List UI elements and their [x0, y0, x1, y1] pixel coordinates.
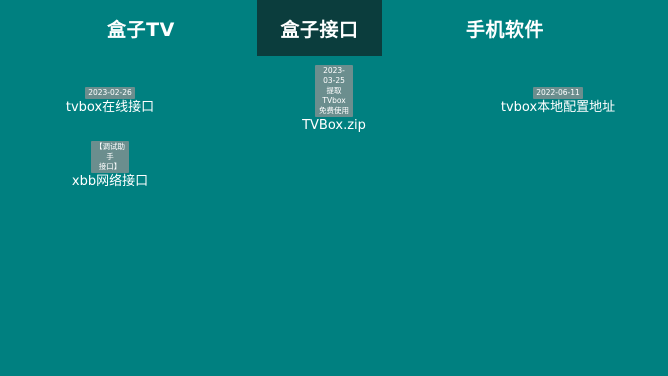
- tab-label: 盒子接口: [280, 18, 359, 41]
- tab-phone-software[interactable]: 手机软件: [420, 0, 590, 56]
- date-badge: 2022-06-11: [533, 87, 583, 99]
- list-item-xbb-network[interactable]: 【调试助手 接口】 xbb网络接口: [40, 141, 180, 190]
- list-item-tvbox-zip[interactable]: 2023-03-25 提取TVbox 免费使用 TVBox.zip: [264, 65, 404, 134]
- item-label: tvbox在线接口: [65, 100, 155, 115]
- tab-label: 盒子TV: [107, 18, 175, 41]
- list-item-tvbox-online[interactable]: 2023-02-26 tvbox在线接口: [40, 87, 180, 116]
- item-label: tvbox本地配置地址: [500, 100, 616, 115]
- list-item-tvbox-local-config[interactable]: 2022-06-11 tvbox本地配置地址: [488, 87, 628, 116]
- date-badge: 2023-02-26: [85, 87, 135, 99]
- tab-box-interface[interactable]: 盒子接口: [257, 0, 382, 56]
- tab-bar: 盒子TV 盒子接口 手机软件: [0, 0, 668, 56]
- tab-label: 手机软件: [465, 18, 544, 41]
- tag-badge: 【调试助手 接口】: [91, 141, 129, 173]
- tab-box-tv[interactable]: 盒子TV: [56, 0, 226, 56]
- date-badge: 2023-03-25 提取TVbox 免费使用: [315, 65, 353, 117]
- item-label: TVBox.zip: [302, 118, 366, 133]
- item-label: xbb网络接口: [71, 174, 149, 189]
